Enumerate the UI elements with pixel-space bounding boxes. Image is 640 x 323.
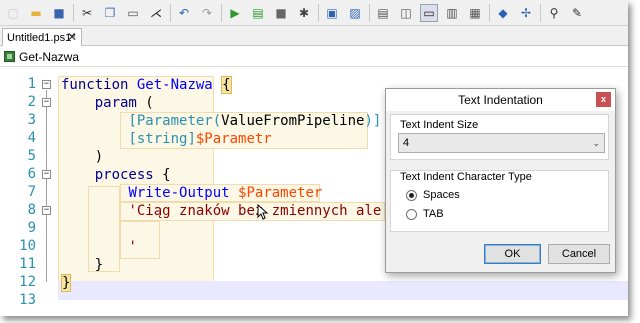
show-script-pane-max-icon[interactable]: ▭ <box>420 3 438 22</box>
show-command-addon-icon[interactable]: ▦ <box>466 4 484 22</box>
breadcrumb: Get-Nazwa <box>0 47 628 67</box>
show-script-pane-right-icon[interactable]: ◫ <box>397 4 415 22</box>
script-tab-bar: Untitled1.ps1* ✕ <box>0 26 628 46</box>
show-command-window-icon[interactable]: ▥ <box>443 4 461 22</box>
line-number: 10 <box>19 238 36 254</box>
toolbar-separator <box>221 3 222 22</box>
toolbar-separator <box>73 3 74 22</box>
tab-untitled1[interactable]: Untitled1.ps1* ✕ <box>2 28 82 46</box>
run-icon[interactable]: ▶ <box>226 4 244 22</box>
indent-size-label: Text Indent Size <box>398 119 481 131</box>
breadcrumb-label[interactable]: Get-Nazwa <box>19 50 79 64</box>
dialog-title-bar: Text Indentation x <box>386 89 615 111</box>
code-line-11: } <box>94 257 104 273</box>
code-line-3: [Parameter(ValueFromPipeline)] <box>128 113 382 129</box>
line-number: 11 <box>19 256 36 272</box>
radio-spaces-indicator[interactable] <box>406 189 417 201</box>
line-number: 13 <box>19 292 36 308</box>
snippet-icon[interactable]: ✢ <box>517 4 535 22</box>
radio-tab-label: TAB <box>423 208 444 220</box>
cancel-button[interactable]: Cancel <box>548 244 610 264</box>
line-number: 4 <box>27 130 36 146</box>
code-line-12: } <box>61 274 72 292</box>
radio-spaces-label: Spaces <box>423 189 460 201</box>
clear-icon[interactable]: ⋌ <box>147 4 165 22</box>
line-number: 1 <box>27 76 36 92</box>
close-icon[interactable]: x <box>596 92 611 107</box>
toolbar: ▢ ▬ ■ ✂ ❐ ▭ ⋌ ↶ ↷ ▶ ▤ ■ ✱ ▣ ▨ ▤ ◫ ▭ ▥ ▦ … <box>0 0 628 26</box>
radio-tab-indicator[interactable] <box>406 208 417 220</box>
stop-icon[interactable]: ■ <box>272 4 290 22</box>
new-remote-tab-icon[interactable]: ▣ <box>323 4 341 22</box>
toolbar-separator <box>170 3 171 22</box>
toolbar-separator <box>318 3 319 22</box>
code-line-1: function Get-Nazwa { <box>61 76 232 94</box>
line-number: 7 <box>27 184 36 200</box>
code-line-6: process { <box>94 167 171 183</box>
toolbar-separator <box>540 3 541 22</box>
collapse-icon[interactable]: − <box>42 206 51 215</box>
code-line-5: ) <box>94 149 104 165</box>
copy-icon[interactable]: ❐ <box>101 4 119 22</box>
toolbar-separator <box>369 3 370 22</box>
code-line-2: param ( <box>94 95 154 111</box>
collapse-icon[interactable]: − <box>42 80 51 89</box>
close-tab-icon[interactable]: ✕ <box>67 30 77 44</box>
toolbar-separator <box>489 3 490 22</box>
indent-size-value: 4 <box>403 137 410 149</box>
paste-icon[interactable]: ▭ <box>124 4 142 22</box>
line-number: 3 <box>27 112 36 128</box>
redo-icon[interactable]: ↷ <box>198 4 216 22</box>
code-line-7: Write-Output $Parameter <box>128 185 323 201</box>
collapse-icon[interactable]: − <box>42 170 51 179</box>
cut-icon[interactable]: ✂ <box>78 4 96 22</box>
open-icon[interactable]: ▬ <box>27 4 45 22</box>
new-icon[interactable]: ▢ <box>4 4 22 22</box>
line-number: 9 <box>27 220 36 236</box>
collapse-icon[interactable]: − <box>42 98 51 107</box>
line-number: 2 <box>27 94 36 110</box>
line-number: 5 <box>27 148 36 164</box>
code-line-10: ' <box>128 239 137 255</box>
module-icon[interactable]: ◆ <box>494 4 512 22</box>
show-script-pane-top-icon[interactable]: ▤ <box>374 4 392 22</box>
undo-icon[interactable]: ↶ <box>175 4 193 22</box>
mouse-cursor-icon <box>257 204 269 220</box>
save-icon[interactable]: ■ <box>50 4 68 22</box>
fold-guide <box>46 90 47 282</box>
debug-icon[interactable]: ✱ <box>295 4 313 22</box>
start-powershell-icon[interactable]: ▨ <box>346 4 364 22</box>
line-number: 12 <box>19 274 36 290</box>
chevron-down-icon: ⌄ <box>592 138 600 148</box>
run-selection-icon[interactable]: ▤ <box>249 4 267 22</box>
indent-type-label: Text Indent Character Type <box>398 171 534 183</box>
code-line-4: [string]$Parametr <box>128 131 272 147</box>
line-number: 8 <box>27 202 36 218</box>
ise-window: ▢ ▬ ■ ✂ ❐ ▭ ⋌ ↶ ↷ ▶ ▤ ■ ✱ ▣ ▨ ▤ ◫ ▭ ▥ ▦ … <box>0 0 628 316</box>
line-number: 6 <box>27 166 36 182</box>
indent-size-select[interactable]: 4 ⌄ <box>398 133 605 153</box>
current-line-highlight <box>58 281 628 300</box>
radio-tab[interactable]: TAB <box>406 208 444 220</box>
code-line-8: 'Ciąg znaków bez zmiennych ale w <box>128 203 398 219</box>
tab-label: Untitled1.ps1* <box>7 31 76 44</box>
radio-spaces[interactable]: Spaces <box>406 189 460 201</box>
dialog-title: Text Indentation <box>458 93 543 107</box>
ok-button[interactable]: OK <box>484 244 541 264</box>
search-icon[interactable]: ⚲ <box>545 4 563 22</box>
tools-icon[interactable]: ✎ <box>568 4 586 22</box>
function-icon <box>4 51 15 62</box>
